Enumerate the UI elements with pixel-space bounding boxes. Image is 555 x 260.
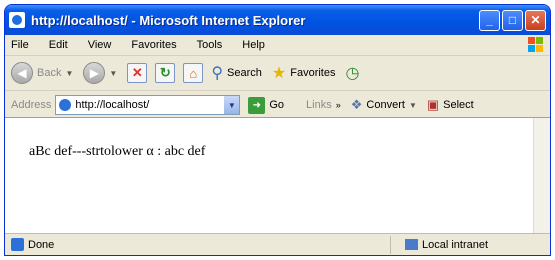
star-icon: ★ — [271, 65, 287, 82]
back-arrow-icon: ◀ — [11, 62, 33, 84]
standard-toolbar: ◀ Back ▼ ▶ ▼ ✕ ↻ ⌂ ⚲ Search ★ Favorites … — [5, 56, 550, 91]
links-chevron-icon[interactable]: » — [336, 100, 341, 110]
forward-button[interactable]: ▶ ▼ — [83, 62, 117, 84]
minimize-button[interactable]: _ — [479, 9, 500, 31]
address-input[interactable] — [75, 99, 225, 111]
vertical-scrollbar[interactable] — [533, 118, 550, 235]
maximize-button[interactable]: □ — [502, 9, 523, 31]
page-done-icon — [11, 238, 24, 251]
menu-favorites[interactable]: Favorites — [131, 39, 176, 51]
address-field[interactable]: ▼ — [55, 95, 241, 115]
go-arrow-icon: ➜ — [248, 96, 266, 114]
favorites-button[interactable]: ★ Favorites — [272, 63, 336, 83]
intranet-icon — [405, 239, 418, 250]
forward-dropdown-icon[interactable]: ▼ — [109, 69, 117, 78]
zone-label: Local intranet — [422, 238, 489, 251]
convert-icon: ❖ — [350, 97, 363, 112]
close-button[interactable]: ✕ — [525, 9, 546, 31]
ie-icon — [9, 12, 25, 28]
page-content: aBc def---strtolower α : abc def — [5, 117, 550, 235]
stop-button[interactable]: ✕ — [127, 63, 148, 83]
address-label: Address — [11, 99, 52, 111]
menu-edit[interactable]: Edit — [49, 39, 68, 51]
select-icon: ▣ — [426, 97, 440, 112]
browser-window: http://localhost/ - Microsoft Internet E… — [4, 4, 551, 256]
status-text: Done — [28, 238, 55, 251]
select-button[interactable]: ▣ Select — [427, 97, 474, 113]
window-title: http://localhost/ - Microsoft Internet E… — [31, 12, 306, 28]
search-button[interactable]: ⚲ Search — [211, 63, 262, 83]
convert-dropdown-icon[interactable]: ▼ — [409, 101, 417, 110]
menu-file[interactable]: File — [11, 39, 29, 51]
history-icon: ◷ — [345, 65, 360, 82]
menu-help[interactable]: Help — [242, 39, 265, 51]
refresh-button[interactable]: ↻ — [155, 63, 176, 83]
search-icon: ⚲ — [211, 65, 224, 82]
menu-view[interactable]: View — [88, 39, 112, 51]
page-text: aBc def---strtolower α : abc def — [29, 144, 206, 159]
windows-logo-icon — [528, 37, 544, 53]
address-bar: Address ▼ ➜ Go Links » ❖ Convert ▼ ▣ Sel… — [5, 91, 550, 120]
search-label: Search — [227, 67, 262, 79]
back-dropdown-icon[interactable]: ▼ — [65, 69, 73, 78]
home-button[interactable]: ⌂ — [183, 63, 204, 83]
go-label: Go — [269, 99, 285, 111]
history-button[interactable]: ◷ — [345, 63, 363, 83]
select-label: Select — [443, 99, 474, 111]
menu-tools[interactable]: Tools — [197, 39, 223, 51]
back-button[interactable]: ◀ Back ▼ — [11, 62, 73, 84]
address-dropdown-icon[interactable]: ▼ — [224, 96, 240, 114]
favorites-label: Favorites — [290, 67, 336, 79]
security-zone: Local intranet — [390, 235, 550, 254]
menu-bar: File Edit View Favorites Tools Help — [5, 35, 550, 56]
convert-label: Convert — [366, 99, 405, 111]
page-icon — [59, 99, 72, 111]
links-button[interactable]: Links — [306, 99, 332, 111]
status-bar: Done Local intranet — [5, 233, 550, 255]
back-label: Back — [37, 67, 62, 79]
convert-button[interactable]: ❖ Convert ▼ — [351, 97, 417, 113]
go-button[interactable]: ➜ Go — [248, 96, 285, 114]
title-bar: http://localhost/ - Microsoft Internet E… — [5, 5, 550, 35]
forward-arrow-icon: ▶ — [83, 62, 106, 84]
